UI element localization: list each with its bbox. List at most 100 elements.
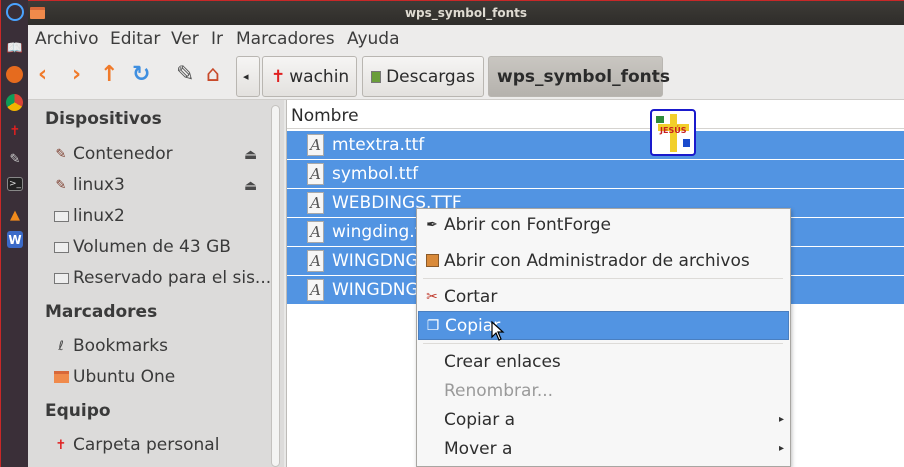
sidebar-item-reservado[interactable]: Reservado para el sis... bbox=[52, 268, 271, 288]
column-header[interactable]: Nombre bbox=[287, 100, 904, 129]
eject-icon[interactable]: ⏏ bbox=[244, 147, 257, 163]
mouse-pointer-icon bbox=[491, 321, 505, 341]
cross-icon: ✝ bbox=[271, 66, 286, 87]
sidebar-item-contenedor[interactable]: ✎ Contenedor bbox=[52, 144, 173, 164]
sidebar-item-label: Reservado para el sis... bbox=[73, 268, 272, 288]
folder-icon bbox=[52, 369, 70, 385]
usb-drive-icon: ✎ bbox=[55, 146, 67, 162]
breadcrumb-scroll-left[interactable]: ◂ bbox=[236, 56, 260, 97]
hard-drive-icon bbox=[52, 270, 70, 286]
menu-item-abrir-fontforge[interactable]: ✒ Abrir con FontForge bbox=[418, 210, 789, 239]
file-row[interactable]: A mtextra.ttf bbox=[287, 131, 904, 159]
sidebar-item-label: Volumen de 43 GB bbox=[73, 237, 231, 257]
bookmark-leaf-icon: ℓ bbox=[58, 338, 64, 354]
sidebar-item-label: linux3 bbox=[73, 175, 125, 195]
menu-item-abrir-administrador[interactable]: Abrir con Administrador de archivos bbox=[418, 246, 789, 275]
drag-icon-text: JESÚS bbox=[660, 126, 687, 135]
sidebar-item-label: Contenedor bbox=[73, 144, 173, 164]
writer-icon[interactable]: W bbox=[7, 231, 23, 248]
breadcrumb-label: Descargas bbox=[386, 66, 475, 87]
sidebar-scrollbar[interactable] bbox=[271, 105, 280, 467]
file-name: symbol.ttf bbox=[332, 164, 419, 184]
breadcrumb-wps-symbol-fonts[interactable]: wps_symbol_fonts bbox=[488, 56, 670, 97]
menu-separator bbox=[423, 343, 783, 344]
hard-drive-icon bbox=[52, 208, 70, 224]
title-bar: wps_symbol_fonts bbox=[28, 0, 904, 25]
file-name: mtextra.ttf bbox=[332, 135, 425, 155]
menu-item-crear-enlaces[interactable]: Crear enlaces bbox=[418, 347, 789, 376]
copy-icon: ❐ bbox=[426, 317, 440, 334]
toolbar: ‹ › ↑ ↻ ✎ ⌂ ◂ ✝ wachin Descargas wps_sym… bbox=[28, 53, 904, 100]
drag-preview-icon: JESÚS bbox=[650, 109, 696, 156]
font-file-icon: A bbox=[307, 192, 324, 214]
vlc-icon[interactable]: ▲ bbox=[5, 205, 25, 225]
dash-icon[interactable] bbox=[6, 3, 24, 21]
sidebar-item-linux2[interactable]: linux2 bbox=[52, 206, 125, 226]
sidebar-item-carpeta-personal[interactable]: ✝ Carpeta personal bbox=[52, 435, 220, 455]
font-file-icon: A bbox=[307, 221, 324, 243]
sidebar-item-label: Carpeta personal bbox=[73, 435, 220, 455]
back-button[interactable]: ‹ bbox=[38, 63, 47, 87]
menu-item-renombrar: Renombrar... bbox=[444, 380, 554, 401]
file-name: WINGDNG bbox=[332, 280, 419, 300]
font-file-icon: A bbox=[307, 134, 324, 156]
menu-bar: Archivo Editar Ver Ir Marcadores Ayuda bbox=[28, 25, 904, 53]
cross-app-icon[interactable]: ✝ bbox=[5, 121, 25, 141]
eject-icon[interactable]: ⏏ bbox=[244, 178, 257, 194]
sidebar-item-label: Ubuntu One bbox=[73, 367, 176, 387]
font-file-icon: A bbox=[307, 163, 324, 185]
sidebar-item-label: Bookmarks bbox=[73, 336, 168, 356]
home-button[interactable]: ⌂ bbox=[206, 63, 220, 87]
font-file-icon: A bbox=[307, 250, 324, 272]
sidebar-item-volumen[interactable]: Volumen de 43 GB bbox=[52, 237, 231, 257]
book-icon[interactable]: 📖 bbox=[5, 38, 25, 58]
fontforge-icon: ✒ bbox=[426, 216, 438, 233]
menu-editar[interactable]: Editar bbox=[110, 29, 160, 49]
breadcrumb-label: wps_symbol_fonts bbox=[497, 66, 671, 87]
downloads-folder-icon bbox=[371, 70, 382, 83]
unity-launcher: 📖 ✝ ✎ >_ ▲ W bbox=[0, 0, 28, 467]
up-button[interactable]: ↑ bbox=[100, 63, 118, 87]
breadcrumb-wachin[interactable]: ✝ wachin bbox=[262, 56, 357, 97]
menu-ver[interactable]: Ver bbox=[171, 29, 199, 49]
window-title: wps_symbol_fonts bbox=[404, 6, 528, 20]
menu-ir[interactable]: Ir bbox=[211, 29, 223, 49]
file-name: wingding.t bbox=[332, 222, 422, 242]
scissors-icon: ✂ bbox=[426, 288, 438, 305]
hard-drive-icon bbox=[52, 239, 70, 255]
menu-marcadores[interactable]: Marcadores bbox=[236, 29, 335, 49]
edit-location-button[interactable]: ✎ bbox=[176, 63, 194, 87]
menu-item-copiar-a[interactable]: Copiar a ▸ bbox=[418, 405, 789, 434]
column-name[interactable]: Nombre bbox=[291, 106, 359, 126]
usb-drive-icon: ✎ bbox=[55, 177, 67, 193]
file-name: WINGDNG bbox=[332, 251, 419, 271]
sidebar: Dispositivos ✎ Contenedor ⏏ ✎ linux3 ⏏ l… bbox=[28, 100, 284, 467]
font-file-icon: A bbox=[307, 279, 324, 301]
chrome-icon[interactable] bbox=[6, 94, 23, 111]
breadcrumb-descargas[interactable]: Descargas bbox=[362, 56, 484, 97]
sidebar-heading-dispositivos: Dispositivos bbox=[45, 109, 162, 129]
menu-ayuda[interactable]: Ayuda bbox=[347, 29, 400, 49]
menu-item-cortar[interactable]: ✂ Cortar bbox=[418, 282, 789, 311]
menu-separator bbox=[423, 278, 783, 279]
menu-archivo[interactable]: Archivo bbox=[35, 29, 99, 49]
file-row[interactable]: A symbol.ttf bbox=[287, 160, 904, 188]
sidebar-item-label: linux2 bbox=[73, 206, 125, 226]
sidebar-heading-equipo: Equipo bbox=[45, 401, 111, 421]
file-manager-icon bbox=[423, 252, 441, 270]
terminal-icon[interactable]: >_ bbox=[7, 177, 23, 191]
sidebar-item-ubuntu-one[interactable]: Ubuntu One bbox=[52, 367, 175, 387]
breadcrumb-label: wachin bbox=[289, 66, 350, 87]
sidebar-item-linux3[interactable]: ✎ linux3 bbox=[52, 175, 125, 195]
menu-item-mover-a[interactable]: Mover a ▸ bbox=[418, 434, 789, 463]
forward-button[interactable]: › bbox=[72, 63, 81, 87]
cross-icon: ✝ bbox=[55, 437, 67, 453]
context-menu: ✒ Abrir con FontForge Abrir con Administ… bbox=[416, 208, 791, 467]
submenu-arrow-icon: ▸ bbox=[778, 443, 784, 454]
firefox-icon[interactable] bbox=[6, 66, 23, 83]
menu-item-copiar[interactable]: ❐ Copiar bbox=[418, 311, 789, 340]
sidebar-item-bookmarks[interactable]: ℓ Bookmarks bbox=[52, 336, 168, 356]
submenu-arrow-icon: ▸ bbox=[778, 414, 784, 425]
reload-button[interactable]: ↻ bbox=[132, 63, 150, 87]
text-editor-icon[interactable]: ✎ bbox=[5, 149, 25, 169]
